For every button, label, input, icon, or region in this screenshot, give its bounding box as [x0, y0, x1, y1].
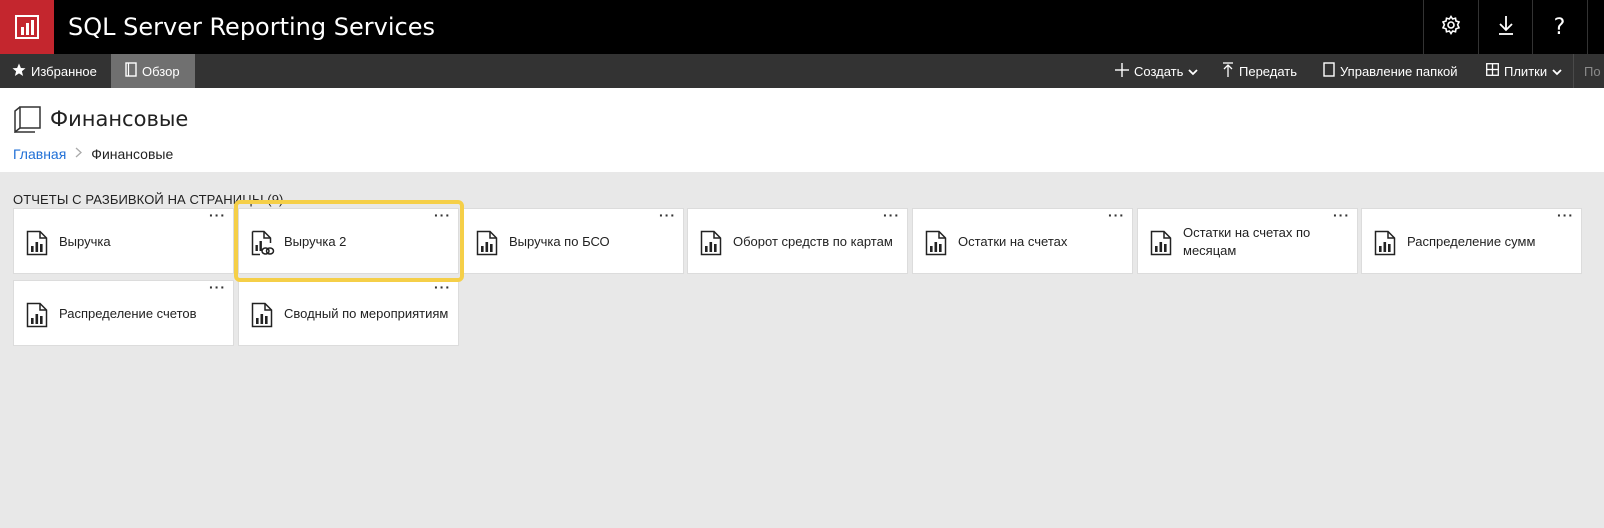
download-button[interactable] [1478, 0, 1532, 54]
top-bar: SQL Server Reporting Services ? [0, 0, 1604, 54]
breadcrumb-home-link[interactable]: Главная [13, 146, 66, 162]
favorites-button[interactable]: Избранное [12, 54, 97, 88]
report-tile[interactable]: ··· Распределение счетов [13, 279, 234, 346]
upload-arrow-icon [1222, 62, 1234, 80]
folder-icon [12, 105, 42, 138]
report-tile[interactable]: ··· Оборот средств по картам [687, 207, 908, 274]
folder-page-icon [1323, 62, 1335, 80]
browse-label: Обзор [142, 63, 180, 79]
report-icon [1150, 230, 1172, 261]
help-icon: ? [1553, 14, 1566, 40]
page-header: Финансовые Главная Финансовые [0, 88, 1604, 172]
report-icon [476, 230, 498, 261]
download-arrow-icon [1497, 15, 1515, 40]
top-bar-end [1587, 0, 1604, 54]
ssrs-logo-icon[interactable] [0, 0, 54, 54]
help-button[interactable]: ? [1532, 0, 1586, 54]
report-tile-label: Сводный по мероприятиям [284, 306, 449, 321]
report-icon [700, 230, 722, 261]
chevron-down-icon [1552, 64, 1562, 79]
app-title[interactable]: SQL Server Reporting Services [68, 13, 435, 41]
selection-highlight [234, 200, 464, 282]
browse-button[interactable]: Обзор [111, 54, 195, 88]
report-icon [26, 230, 48, 261]
report-tile[interactable]: ··· Сводный по мероприятиям [238, 279, 459, 346]
gear-icon [1441, 14, 1461, 40]
report-icon [1374, 230, 1396, 261]
report-tile-label: Выручка [59, 234, 111, 249]
report-tile[interactable]: ··· Остатки на счетах [912, 207, 1133, 274]
manage-folder-label: Управление папкой [1340, 63, 1458, 79]
report-tile-label: Выручка по БСО [509, 234, 610, 249]
upload-button[interactable]: Передать [1222, 54, 1297, 88]
tiles-label: Плитки [1504, 63, 1548, 79]
page-icon [125, 62, 137, 80]
report-tile-label: Остатки на счетах по месяцам [1183, 225, 1311, 258]
breadcrumb: Главная Финансовые [13, 146, 173, 162]
page-title: Финансовые [50, 107, 189, 131]
report-icon [251, 302, 273, 333]
report-tile[interactable]: ··· Остатки на счетах по месяцам [1137, 207, 1358, 274]
report-tile[interactable]: ··· Выручка [13, 207, 234, 274]
report-icon [925, 230, 947, 261]
manage-folder-button[interactable]: Управление папкой [1323, 54, 1458, 88]
report-tile-label: Распределение счетов [59, 306, 197, 321]
plus-icon [1115, 62, 1129, 80]
chevron-down-icon [1188, 64, 1199, 79]
tiles-grid-icon [1486, 63, 1499, 79]
chevron-right-icon [75, 147, 83, 161]
search-input[interactable]: По [1573, 54, 1604, 88]
favorites-label: Избранное [31, 63, 97, 79]
create-label: Создать [1134, 63, 1184, 79]
report-icon [26, 302, 48, 333]
command-bar: Избранное Обзор Создать Передать Управле… [0, 54, 1604, 88]
upload-label: Передать [1239, 63, 1298, 79]
breadcrumb-current: Финансовые [91, 146, 174, 162]
search-placeholder: По [1584, 63, 1601, 79]
report-tile-label: Распределение сумм [1407, 234, 1536, 249]
report-tile[interactable]: ··· Распределение сумм [1361, 207, 1582, 274]
report-tile[interactable]: ··· Выручка по БСО [463, 207, 684, 274]
settings-button[interactable] [1423, 0, 1477, 54]
tiles-view-button[interactable]: Плитки [1486, 54, 1562, 88]
star-icon [12, 63, 26, 80]
report-tile-label: Остатки на счетах [958, 234, 1068, 249]
create-button[interactable]: Создать [1115, 54, 1199, 88]
report-tile-label: Оборот средств по картам [733, 234, 893, 249]
